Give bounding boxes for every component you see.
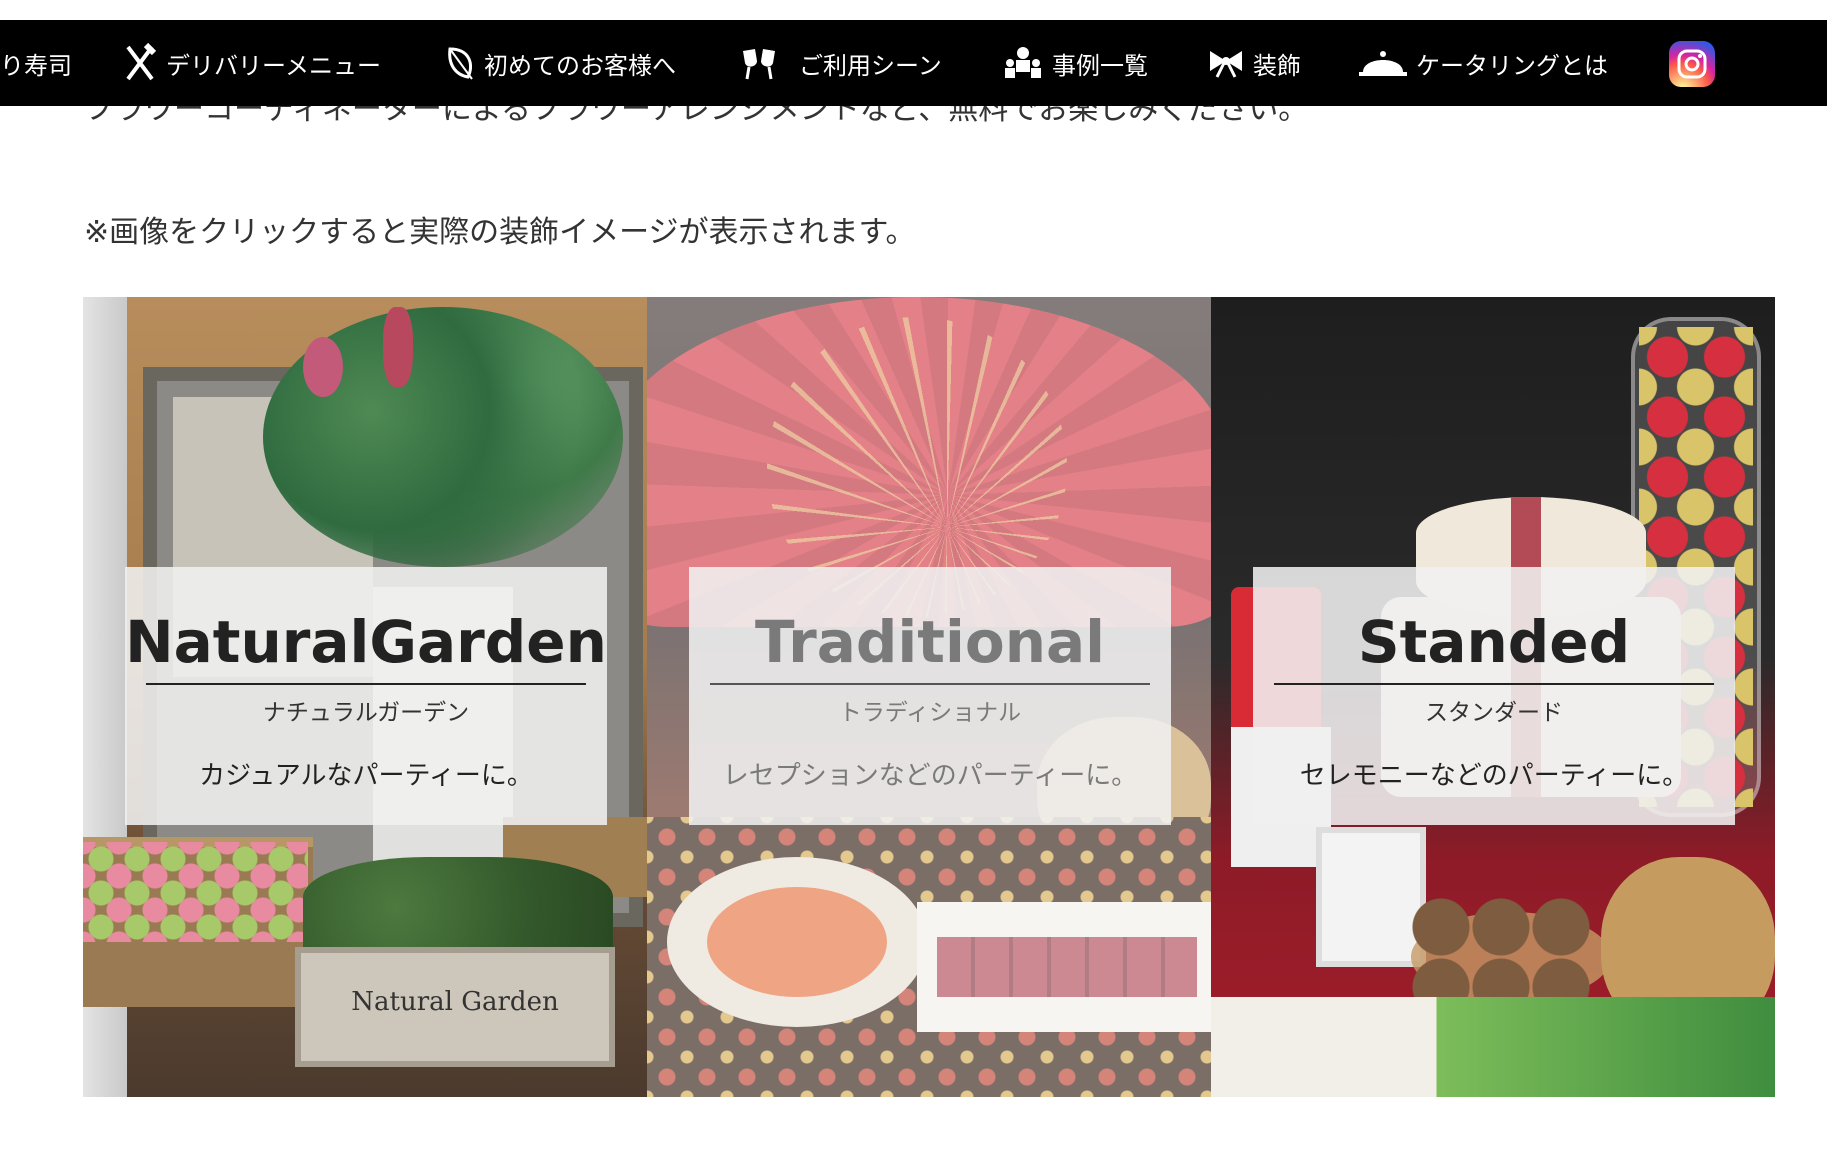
panel-title: NaturalGarden <box>125 608 607 676</box>
nav-item-label: ケータリングとは <box>1416 51 1608 80</box>
photo-box-text: Natural Garden <box>351 987 559 1017</box>
global-nav-bar: り寿司 デリバリーメニュー 初めてのお客様へ ご利用シーン 事例一覧 装飾 ケー… <box>0 20 1827 106</box>
panel-card: Standed スタンダード セレモニーなどのパーティーに。 <box>1253 567 1735 825</box>
nav-item-label: ご利用シーン <box>799 51 942 80</box>
panel-description: レセプションなどのパーティーに。 <box>722 761 1138 791</box>
instagram-icon[interactable] <box>1669 41 1715 87</box>
utensils-icon <box>122 43 158 83</box>
decoration-panels: Natural Garden NaturalGarden ナチュラルガーデン カ… <box>83 297 1775 1097</box>
nav-item-label: デリバリーメニュー <box>166 51 382 80</box>
photo-bg <box>83 842 308 942</box>
nav-item-label: 事例一覧 <box>1052 51 1148 80</box>
photo-bg <box>383 307 413 387</box>
panel-natural-garden[interactable]: Natural Garden NaturalGarden ナチュラルガーデン カ… <box>83 297 647 1097</box>
people-icon <box>1002 45 1044 81</box>
panel-subtitle: ナチュラルガーデン <box>262 700 470 726</box>
nav-item-decoration[interactable]: 装飾 <box>1207 20 1301 106</box>
panel-traditional[interactable]: Traditional トラディショナル レセプションなどのパーティーに。 <box>647 297 1211 1097</box>
title-divider <box>146 683 586 685</box>
photo-bg <box>303 337 343 397</box>
nav-item-about-catering[interactable]: ケータリングとは <box>1358 20 1608 106</box>
panel-subtitle: トラディショナル <box>838 700 1022 726</box>
leaf-icon <box>446 45 476 81</box>
photo-bg <box>1316 827 1426 967</box>
nav-item-label: 装飾 <box>1253 51 1301 80</box>
nav-item-label: り寿司 <box>0 51 72 80</box>
click-note: ※画像をクリックすると実際の装飾イメージが表示されます。 <box>84 215 916 250</box>
panel-standed[interactable]: Standed スタンダード セレモニーなどのパーティーに。 <box>1211 297 1775 1097</box>
cloche-icon <box>1358 48 1408 78</box>
panel-description: カジュアルなパーティーに。 <box>199 761 533 791</box>
panel-description: セレモニーなどのパーティーに。 <box>1299 761 1689 791</box>
nav-item-delivery-menu[interactable]: デリバリーメニュー <box>122 20 381 106</box>
nav-item-usage-scenes[interactable]: ご利用シーン <box>739 20 942 106</box>
ribbon-bow-icon <box>1207 47 1245 79</box>
nav-item-first-time[interactable]: 初めてのお客様へ <box>446 20 676 106</box>
nav-item-label: 初めてのお客様へ <box>484 51 676 80</box>
panel-title: Standed <box>1357 608 1631 676</box>
title-divider <box>710 683 1150 685</box>
nav-item-sushi[interactable]: り寿司 <box>0 20 72 106</box>
photo-bg <box>1211 997 1775 1097</box>
photo-bg <box>303 857 613 957</box>
panel-subtitle: スタンダード <box>1425 700 1563 726</box>
panel-card: NaturalGarden ナチュラルガーデン カジュアルなパーティーに。 <box>125 567 607 825</box>
toast-glasses-icon <box>739 45 779 81</box>
panel-title: Traditional <box>754 608 1106 676</box>
panel-card: Traditional トラディショナル レセプションなどのパーティーに。 <box>689 567 1171 825</box>
title-divider <box>1274 683 1714 685</box>
nav-item-case-studies[interactable]: 事例一覧 <box>1002 20 1148 106</box>
